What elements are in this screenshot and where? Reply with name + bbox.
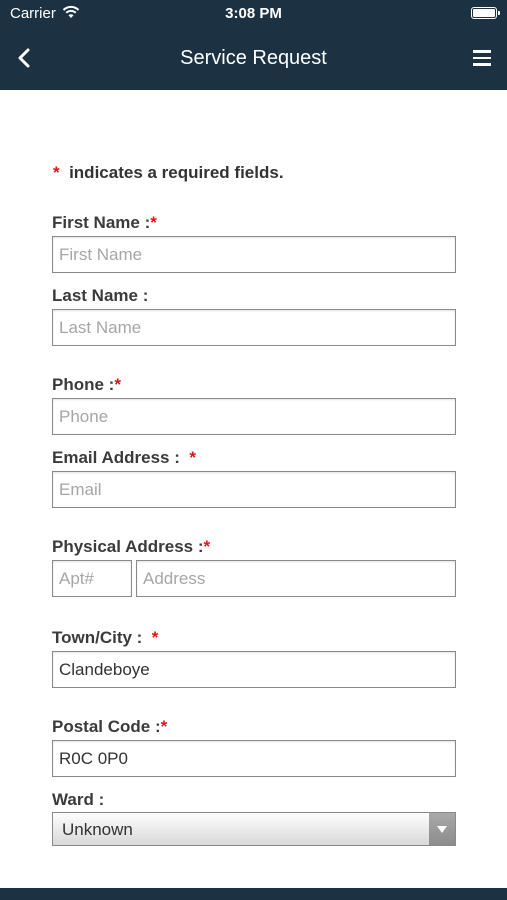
physical-address-label: Physical Address :* <box>52 537 210 557</box>
email-label-text: Email Address : <box>52 448 180 467</box>
ward-select[interactable]: Unknown <box>52 812 456 846</box>
physical-address-label-text: Physical Address : <box>52 537 204 556</box>
town-input[interactable] <box>52 651 456 688</box>
status-bar: Carrier 3:08 PM <box>0 0 507 28</box>
ward-label-text: Ward : <box>52 790 105 809</box>
apt-input[interactable] <box>52 560 132 597</box>
first-name-input[interactable] <box>52 236 456 273</box>
required-star: * <box>189 448 196 467</box>
last-name-label: Last Name : <box>52 286 148 306</box>
phone-label: Phone :* <box>52 375 121 395</box>
phone-label-text: Phone : <box>52 375 115 394</box>
postal-code-input[interactable] <box>52 740 456 777</box>
page-title: Service Request <box>180 47 327 69</box>
ward-label: Ward : <box>52 790 104 810</box>
postal-code-label-text: Postal Code : <box>52 717 161 736</box>
footer-bar <box>0 888 507 900</box>
first-name-label: First Name :* <box>52 213 157 233</box>
phone-input[interactable] <box>52 398 456 435</box>
required-note: * indicates a required fields. <box>53 163 284 183</box>
chevron-down-icon <box>429 813 455 845</box>
required-star: * <box>53 163 60 182</box>
battery-icon <box>471 7 500 19</box>
status-time: 3:08 PM <box>225 5 282 22</box>
first-name-label-text: First Name : <box>52 213 151 232</box>
required-star: * <box>203 537 211 556</box>
required-star: * <box>114 375 121 394</box>
town-label: Town/City : * <box>52 628 158 648</box>
hamburger-menu-icon[interactable] <box>473 50 491 66</box>
last-name-input[interactable] <box>52 309 456 346</box>
last-name-label-text: Last Name : <box>52 286 149 305</box>
email-label: Email Address : * <box>52 448 196 468</box>
ward-selected-value: Unknown <box>62 820 133 839</box>
email-input[interactable] <box>52 471 456 508</box>
required-star: * <box>160 717 168 736</box>
town-label-text: Town/City : <box>52 628 143 647</box>
postal-code-label: Postal Code :* <box>52 717 167 737</box>
required-star: * <box>151 628 159 647</box>
nav-bar: Service Request <box>0 28 507 90</box>
required-note-text: indicates a required fields. <box>69 163 284 182</box>
address-input[interactable] <box>136 560 456 597</box>
required-star: * <box>150 213 157 232</box>
